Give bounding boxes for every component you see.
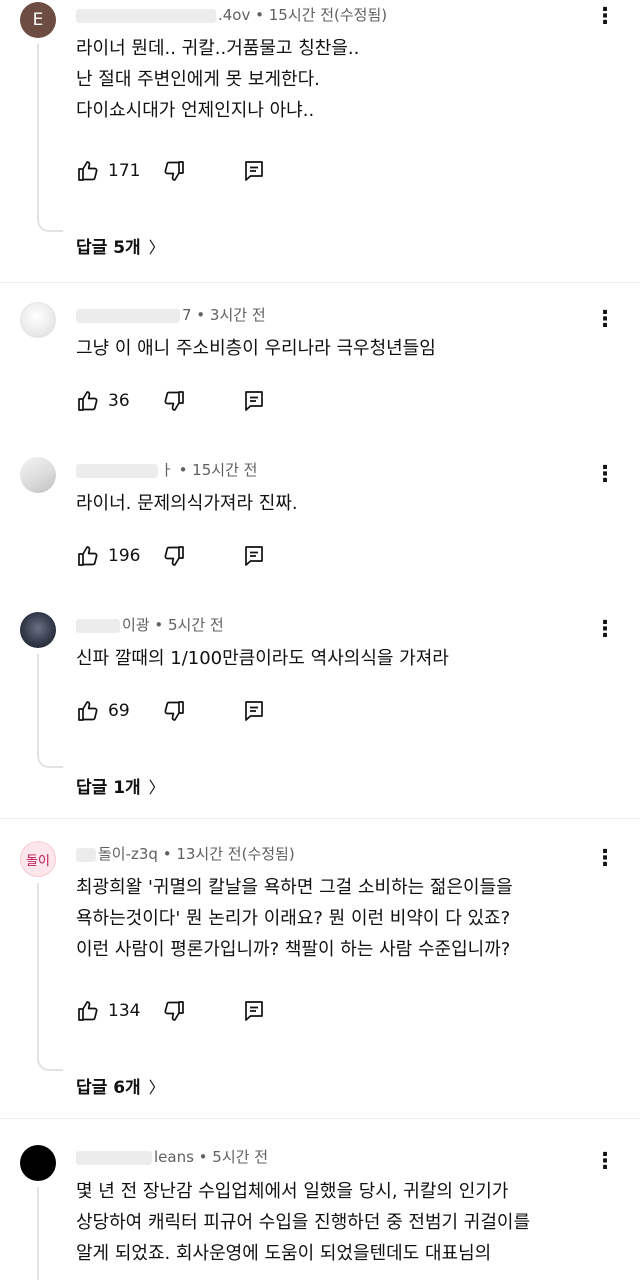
avatar[interactable]: E [20, 2, 56, 38]
more-vert-icon[interactable]: ⋮ [594, 464, 616, 486]
replies-count-label: 답글 1개 [76, 778, 141, 798]
more-vert-icon[interactable]: ⋮ [594, 309, 616, 331]
thumb-down-icon [162, 389, 186, 413]
like-count: 36 [108, 391, 130, 411]
reply-button[interactable] [242, 543, 266, 569]
comment-meta: ㅏ • 15시간 전 [76, 459, 257, 480]
comment-text: 라이너. 문제의식가져라 진짜. [76, 493, 298, 514]
comment-meta: 이광 • 5시간 전 [76, 614, 224, 635]
reply-button[interactable] [242, 998, 266, 1024]
comment-meta: 7 • 3시간 전 [76, 304, 266, 325]
avatar[interactable] [20, 457, 56, 493]
blurred-username [76, 8, 216, 23]
dislike-button[interactable] [162, 698, 186, 724]
dislike-button[interactable] [162, 388, 186, 414]
reply-button[interactable] [242, 158, 266, 184]
avatar-letter: E [32, 10, 44, 30]
thumb-up-icon [76, 159, 100, 183]
chevron-right-icon: 〉 [148, 777, 165, 797]
comment-meta: leans • 5시간 전 [76, 1146, 268, 1167]
thumb-down-icon [162, 159, 186, 183]
thread-line [37, 654, 39, 752]
comment-meta-text: 7 • 3시간 전 [182, 306, 266, 324]
avatar[interactable] [20, 302, 56, 338]
more-vert-icon[interactable]: ⋮ [594, 6, 616, 28]
comment-actions: 69 [76, 698, 296, 728]
thumb-up-icon [76, 544, 100, 568]
thumb-down-icon [162, 544, 186, 568]
view-replies-button[interactable]: 답글 1개 〉 [76, 773, 165, 799]
thumb-up-icon [76, 699, 100, 723]
comment-meta-text: ㅏ • 15시간 전 [160, 461, 258, 479]
comment-reply-icon [242, 999, 266, 1023]
comment-text: 라이너 뭔데.. 귀칼..거품물고 칭찬을.. 난 절대 주변인에게 못 보게한… [76, 38, 360, 121]
comment-actions: 36 [76, 388, 296, 418]
comment-actions: 171 [76, 158, 296, 188]
comment-text: 몇 년 전 장난감 수입업체에서 일했을 당시, 귀칼의 인기가 상당하여 캐릭… [76, 1181, 531, 1264]
like-count: 196 [108, 546, 141, 566]
blurred-username [76, 308, 180, 323]
thread-curve [37, 216, 63, 232]
avatar[interactable] [20, 612, 56, 648]
chevron-right-icon: 〉 [148, 237, 165, 257]
comment-text: 최광희왈 '귀멸의 칼날을 욕하면 그걸 소비하는 젊은이들을 욕하는것이다' … [76, 877, 513, 960]
like-button[interactable]: 36 [76, 388, 130, 414]
comment-meta-text: 돌이-z3q • 13시간 전(수정됨) [98, 845, 295, 863]
thread-curve [37, 1055, 63, 1071]
thumb-down-icon [162, 699, 186, 723]
dislike-button[interactable] [162, 998, 186, 1024]
comment-actions: 196 [76, 543, 296, 573]
comment-reply-icon [242, 699, 266, 723]
like-count: 69 [108, 701, 130, 721]
more-vert-icon[interactable]: ⋮ [594, 848, 616, 870]
replies-count-label: 답글 6개 [76, 1078, 141, 1098]
like-button[interactable]: 134 [76, 998, 140, 1024]
divider [0, 1118, 640, 1119]
comment-meta-text: .4ov • 15시간 전(수정됨) [218, 6, 388, 24]
like-button[interactable]: 69 [76, 698, 130, 724]
comment-actions: 134 [76, 998, 296, 1028]
avatar[interactable]: 돌이 [20, 841, 56, 877]
like-count: 134 [108, 1001, 141, 1021]
blurred-username [76, 1150, 152, 1165]
thumb-up-icon [76, 999, 100, 1023]
like-button[interactable]: 171 [76, 158, 140, 184]
dislike-button[interactable] [162, 543, 186, 569]
comment-reply-icon [242, 389, 266, 413]
more-vert-icon[interactable]: ⋮ [594, 1151, 616, 1173]
more-vert-icon[interactable]: ⋮ [594, 619, 616, 641]
like-count: 171 [108, 161, 141, 181]
blurred-username [76, 463, 158, 478]
thread-curve [37, 752, 63, 768]
comment-text: 신파 깔때의 1/100만큼이라도 역사의식을 가져라 [76, 648, 449, 669]
thread-line [37, 883, 39, 1055]
like-button[interactable]: 196 [76, 543, 140, 569]
comment-meta: .4ov • 15시간 전(수정됨) [76, 4, 387, 25]
thumb-up-icon [76, 389, 100, 413]
thread-line [37, 44, 39, 216]
comment-reply-icon [242, 159, 266, 183]
divider [0, 282, 640, 283]
comment-text: 그냥 이 애니 주소비층이 우리나라 극우청년들임 [76, 338, 436, 359]
dislike-button[interactable] [162, 158, 186, 184]
thumb-down-icon [162, 999, 186, 1023]
comment-reply-icon [242, 544, 266, 568]
blurred-username [76, 847, 96, 862]
thread-line [37, 1187, 39, 1280]
reply-button[interactable] [242, 388, 266, 414]
reply-button[interactable] [242, 698, 266, 724]
divider [0, 818, 640, 819]
comment-meta-text: 이광 • 5시간 전 [122, 616, 224, 634]
avatar-badge-text: 돌이 [26, 853, 50, 869]
avatar[interactable] [20, 1145, 56, 1181]
view-replies-button[interactable]: 답글 5개 〉 [76, 233, 165, 259]
chevron-right-icon: 〉 [148, 1077, 165, 1097]
replies-count-label: 답글 5개 [76, 238, 141, 258]
blurred-username [76, 618, 120, 633]
comment-meta-text: leans • 5시간 전 [154, 1148, 269, 1166]
view-replies-button[interactable]: 답글 6개 〉 [76, 1073, 165, 1099]
comment-meta: 돌이-z3q • 13시간 전(수정됨) [76, 843, 295, 864]
